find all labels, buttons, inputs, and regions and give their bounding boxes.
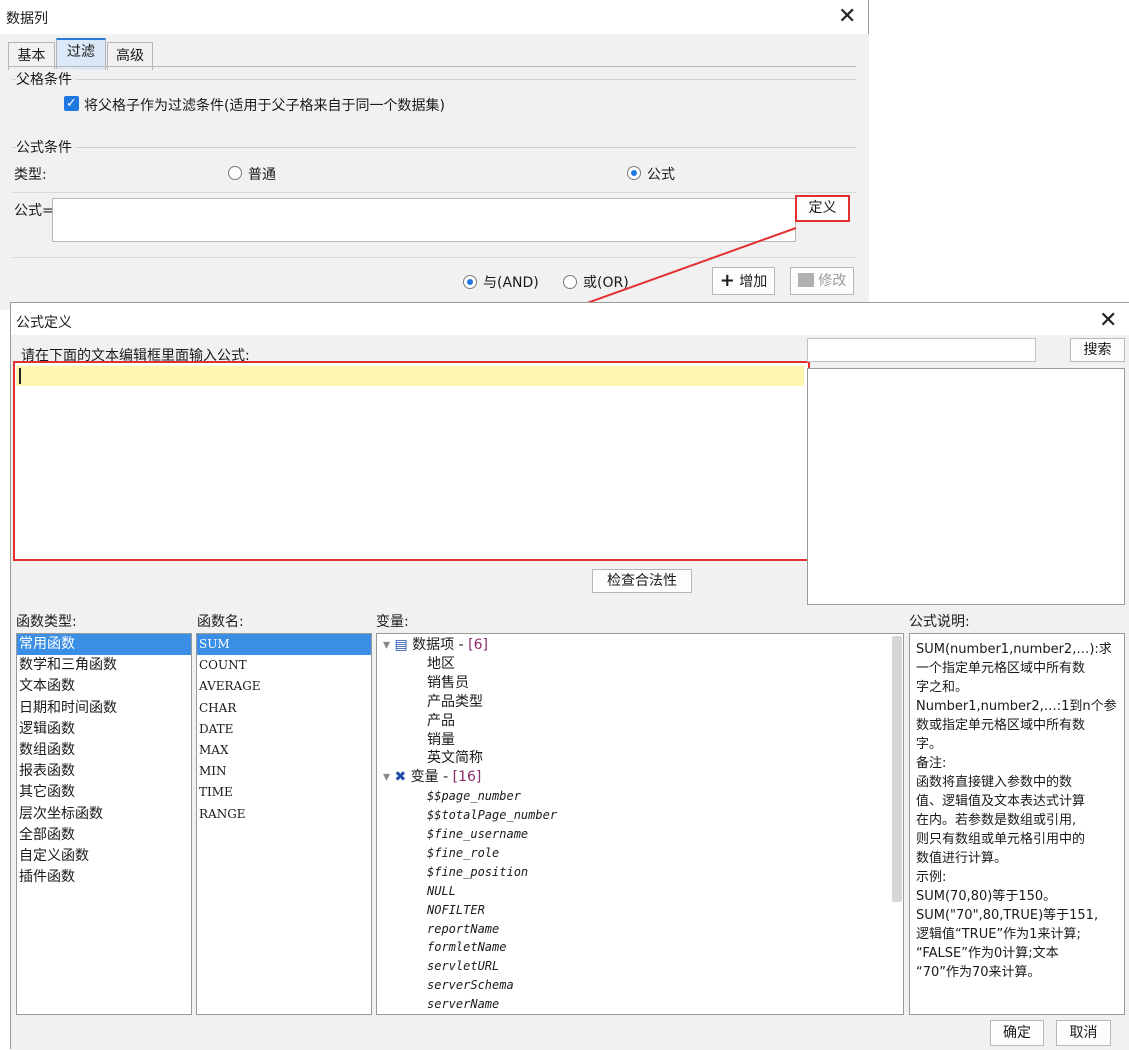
table-icon: ▤: [394, 637, 413, 653]
description-line: 数值进行计算。: [916, 851, 1008, 866]
tree-item[interactable]: 英文简称: [427, 749, 483, 768]
cancel-button[interactable]: 取消: [1056, 1020, 1111, 1046]
tree-item[interactable]: serverSchema: [427, 976, 514, 995]
tree-item[interactable]: 产品: [427, 712, 455, 731]
description-line: 备注:: [916, 756, 947, 771]
tree-item[interactable]: reportName: [427, 920, 499, 939]
function-type-item[interactable]: 其它函数: [17, 782, 191, 803]
function-name-item[interactable]: MIN: [197, 761, 371, 782]
tree-item[interactable]: 销量: [427, 731, 455, 750]
ok-button[interactable]: 确定: [990, 1020, 1044, 1046]
description-line: SUM("70",80,TRUE)等于151,: [916, 908, 1099, 923]
description-line: 函数将直接键入参数中的数: [916, 775, 1073, 790]
search-results[interactable]: [807, 368, 1125, 605]
description-line: 则只有数组或单元格引用中的: [916, 832, 1086, 847]
function-type-item[interactable]: 常用函数: [17, 634, 191, 656]
tree-item[interactable]: $fine_username: [427, 825, 528, 844]
tree-group-name: 变量: [410, 769, 439, 786]
variable-tree[interactable]: ▾ ▤ 数据项 - [6] 地区 销售员 产品类型 产品 销量 英文简称 ▾ ✖ 变量 - […: [376, 633, 904, 1015]
tree-item[interactable]: $fine_position: [427, 863, 528, 882]
function-name-item[interactable]: SUM: [197, 634, 371, 656]
check-validity-label: 检查合法性: [607, 573, 677, 589]
function-type-item[interactable]: 插件函数: [17, 867, 191, 888]
chevron-down-icon[interactable]: ▾: [383, 637, 394, 653]
function-type-item[interactable]: 全部函数: [17, 825, 191, 846]
function-names-label: 函数名:: [197, 614, 244, 630]
current-line-highlight: [16, 366, 804, 386]
tree-item[interactable]: 地区: [427, 655, 455, 674]
tree-item[interactable]: $$totalPage_number: [427, 806, 557, 825]
function-type-item[interactable]: 日期和时间函数: [17, 698, 191, 719]
formula-description: SUM(number1,number2,…):求 一个指定单元格区域中所有数 字之和…: [909, 633, 1125, 1015]
function-name-item[interactable]: CHAR: [197, 698, 371, 719]
description-line: SUM(70,80)等于150。: [916, 889, 1057, 904]
tree-group-variables[interactable]: ▾ ✖ 变量 - [16]: [383, 768, 481, 787]
dialog-title: 公式定义: [16, 315, 72, 331]
tree-item[interactable]: NULL: [427, 882, 456, 901]
description-line: 一个指定单元格区域中所有数: [916, 661, 1086, 676]
ok-button-label: 确定: [1003, 1025, 1031, 1041]
tree-group-count: [16]: [452, 769, 482, 786]
description-label: 公式说明:: [909, 614, 970, 630]
search-button[interactable]: 搜索: [1070, 338, 1125, 362]
close-icon[interactable]: ✕: [1099, 310, 1117, 332]
tree-group-count: [6]: [468, 637, 488, 653]
description-line: 逻辑值“TRUE”作为1来计算;: [916, 927, 1081, 942]
tree-group-data-items[interactable]: ▾ ▤ 数据项 - [6]: [383, 636, 488, 655]
text-cursor: [19, 368, 21, 384]
description-line: Number1,number2,…:1到n个参: [916, 699, 1117, 714]
tree-scrollbar[interactable]: [892, 636, 902, 902]
function-name-item[interactable]: RANGE: [197, 804, 371, 825]
tree-item[interactable]: $$page_number: [427, 787, 521, 806]
description-line: 在内。若参数是数组或引用,: [916, 813, 1077, 828]
search-button-label: 搜索: [1083, 342, 1112, 358]
description-line: 值、逻辑值及文本表达式计算: [916, 794, 1086, 809]
cancel-button-label: 取消: [1069, 1025, 1098, 1041]
description-line: “70”作为70来计算。: [916, 965, 1041, 980]
tree-item[interactable]: 销售员: [427, 674, 469, 693]
tree-item[interactable]: serverName: [427, 995, 499, 1014]
description-line: 字。: [916, 737, 943, 752]
tree-item[interactable]: formletName: [427, 938, 506, 957]
tree-item[interactable]: 产品类型: [427, 693, 483, 712]
function-type-item[interactable]: 报表函数: [17, 761, 191, 782]
function-type-list[interactable]: 常用函数 数学和三角函数 文本函数 日期和时间函数 逻辑函数 数组函数 报表函数 其它函数 层次…: [16, 633, 192, 1015]
description-line: 字之和。: [916, 680, 969, 695]
search-input[interactable]: [807, 338, 1036, 362]
tree-item[interactable]: servletURL: [427, 957, 499, 976]
function-name-item[interactable]: DATE: [197, 719, 371, 740]
function-name-item[interactable]: AVERAGE: [197, 676, 371, 697]
function-type-item[interactable]: 层次坐标函数: [17, 804, 191, 825]
tree-item[interactable]: NOFILTER: [427, 901, 485, 920]
function-name-item[interactable]: COUNT: [197, 655, 371, 676]
formula-definition-dialog: 公式定义 ✕ 请在下面的文本编辑框里面输入公式: 检查合法性 搜索 函数类型: …: [10, 302, 1129, 1050]
function-types-label: 函数类型:: [16, 614, 77, 630]
tree-group-name: 数据项: [412, 637, 455, 653]
function-name-item[interactable]: MAX: [197, 740, 371, 761]
description-line: SUM(number1,number2,…):求: [916, 642, 1112, 657]
variables-label: 变量:: [376, 614, 409, 630]
tree-item[interactable]: $fine_role: [427, 844, 499, 863]
dialog-body: 请在下面的文本编辑框里面输入公式: 检查合法性 搜索 函数类型: 函数名: 变量…: [11, 335, 1129, 1050]
description-line: “FALSE”作为0计算;文本: [916, 946, 1059, 961]
function-type-item[interactable]: 数学和三角函数: [17, 655, 191, 676]
function-type-item[interactable]: 自定义函数: [17, 846, 191, 867]
function-type-item[interactable]: 数组函数: [17, 740, 191, 761]
description-line: 数或指定单元格区域中所有数: [916, 718, 1086, 733]
chevron-down-icon[interactable]: ▾: [383, 769, 394, 785]
function-name-list[interactable]: SUM COUNT AVERAGE CHAR DATE MAX MIN TIME RANGE: [196, 633, 372, 1015]
formula-editor[interactable]: [13, 361, 810, 561]
function-type-item[interactable]: 逻辑函数: [17, 719, 191, 740]
function-type-item[interactable]: 文本函数: [17, 676, 191, 697]
variable-icon: ✖: [394, 769, 411, 786]
function-name-item[interactable]: TIME: [197, 782, 371, 803]
check-validity-button[interactable]: 检查合法性: [592, 569, 692, 593]
description-line: 示例:: [916, 870, 947, 885]
